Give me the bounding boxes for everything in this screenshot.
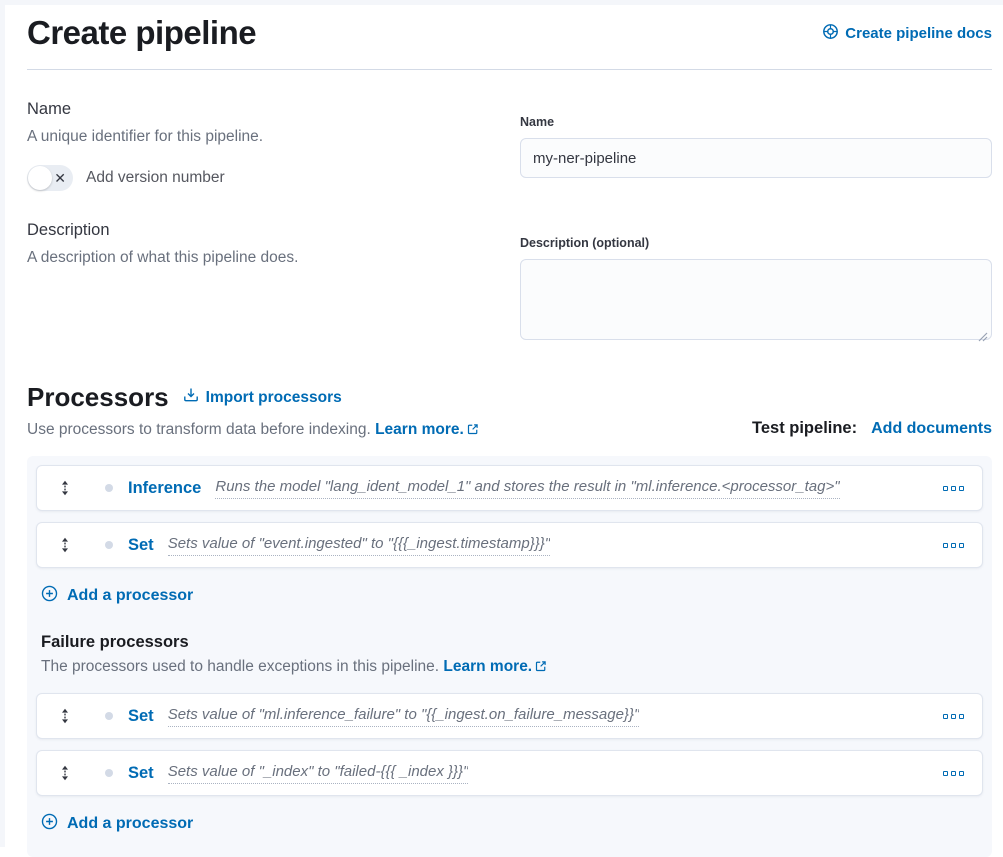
- processor-row-set: Set Sets value of "event.ingested" to "{…: [36, 522, 983, 568]
- create-pipeline-docs-link[interactable]: Create pipeline docs: [822, 23, 992, 44]
- name-field-col: Name: [520, 100, 992, 191]
- add-documents-link[interactable]: Add documents: [871, 420, 992, 438]
- plus-circle-icon: [41, 585, 58, 607]
- failure-processor-row-set-1: Set Sets value of "ml.inference_failure"…: [36, 693, 983, 739]
- failure-learn-more-link[interactable]: Learn more.: [443, 658, 547, 675]
- add-failure-processor-link[interactable]: Add a processor: [41, 813, 193, 835]
- name-field-label: Name: [520, 115, 554, 129]
- processor-description[interactable]: Runs the model "lang_ident_model_1" and …: [215, 478, 839, 499]
- external-link-icon: [535, 659, 547, 677]
- drag-handle-icon[interactable]: [57, 708, 73, 724]
- import-processors-label: Import processors: [206, 389, 342, 407]
- add-version-toggle[interactable]: ✕: [27, 165, 73, 191]
- processor-status-dot: [105, 484, 113, 492]
- processor-description[interactable]: Sets value of "event.ingested" to "{{{_i…: [168, 535, 550, 556]
- processor-description[interactable]: Sets value of "ml.inference_failure" to …: [168, 706, 640, 727]
- processor-menu-button[interactable]: [939, 539, 968, 552]
- drag-handle-icon[interactable]: [57, 480, 73, 496]
- processor-menu-button[interactable]: [939, 482, 968, 495]
- failure-subtitle-text: The processors used to handle exceptions…: [41, 658, 439, 675]
- processor-status-dot: [105, 541, 113, 549]
- name-row-title: Name: [27, 100, 498, 119]
- description-row-help: A description of what this pipeline does…: [27, 249, 498, 267]
- plus-circle-icon: [41, 813, 58, 835]
- test-pipeline-label: Test pipeline:: [752, 419, 857, 438]
- processor-name-link[interactable]: Set: [128, 707, 154, 726]
- failure-processors-subtitle: The processors used to handle exceptions…: [41, 658, 983, 677]
- drag-handle-icon[interactable]: [57, 537, 73, 553]
- processor-status-dot: [105, 712, 113, 720]
- add-processor-label: Add a processor: [67, 815, 193, 833]
- name-form-row: Name A unique identifier for this pipeli…: [27, 100, 992, 191]
- docs-link-label: Create pipeline docs: [845, 25, 992, 42]
- version-toggle-row: ✕ Add version number: [27, 165, 498, 191]
- drag-handle-icon[interactable]: [57, 765, 73, 781]
- import-processors-link[interactable]: Import processors: [183, 387, 342, 408]
- processor-name-link[interactable]: Set: [128, 764, 154, 783]
- description-row-title: Description: [27, 221, 498, 240]
- description-form-row: Description A description of what this p…: [27, 221, 992, 345]
- toggle-off-x-icon: ✕: [54, 169, 66, 187]
- pipeline-name-input[interactable]: [520, 138, 992, 178]
- processors-panel: Inference Runs the model "lang_ident_mod…: [27, 456, 992, 857]
- create-pipeline-page: Create pipeline Create pipeline docs Nam…: [0, 14, 1003, 857]
- failure-processors-title: Failure processors: [41, 633, 983, 652]
- docs-icon: [822, 23, 839, 44]
- processor-menu-button[interactable]: [939, 710, 968, 723]
- textarea-resize-handle[interactable]: [978, 329, 988, 339]
- processors-subtitle-text: Use processors to transform data before …: [27, 421, 371, 438]
- external-link-icon: [467, 422, 479, 440]
- page-top-edge: [0, 0, 1003, 5]
- import-icon: [183, 387, 199, 408]
- header-divider: [27, 69, 992, 70]
- add-processor-label: Add a processor: [67, 587, 193, 605]
- processor-row-inference: Inference Runs the model "lang_ident_mod…: [36, 465, 983, 511]
- processor-name-link[interactable]: Inference: [128, 479, 201, 498]
- toggle-knob: [28, 166, 52, 190]
- processors-header-left: Processors Import processors Use process…: [27, 382, 479, 440]
- test-pipeline-block: Test pipeline: Add documents: [752, 419, 992, 440]
- description-row-descriptor: Description A description of what this p…: [27, 221, 498, 345]
- add-processor-link[interactable]: Add a processor: [41, 585, 193, 607]
- processor-status-dot: [105, 769, 113, 777]
- name-row-help: A unique identifier for this pipeline.: [27, 128, 498, 146]
- processors-title: Processors: [27, 382, 169, 413]
- processor-description[interactable]: Sets value of "_index" to "failed-{{{ _i…: [168, 763, 469, 784]
- pipeline-description-textarea[interactable]: [520, 259, 992, 340]
- name-row-descriptor: Name A unique identifier for this pipeli…: [27, 100, 498, 191]
- failure-processor-row-set-2: Set Sets value of "_index" to "failed-{{…: [36, 750, 983, 796]
- page-title: Create pipeline: [27, 14, 256, 52]
- processors-learn-more-link[interactable]: Learn more.: [375, 421, 479, 438]
- description-field-label: Description (optional): [520, 236, 649, 250]
- version-toggle-label: Add version number: [86, 169, 225, 187]
- page-header: Create pipeline Create pipeline docs: [27, 14, 992, 52]
- description-field-col: Description (optional): [520, 221, 992, 345]
- processor-menu-button[interactable]: [939, 767, 968, 780]
- processor-name-link[interactable]: Set: [128, 536, 154, 555]
- processors-header: Processors Import processors Use process…: [27, 382, 992, 440]
- processors-subtitle: Use processors to transform data before …: [27, 421, 479, 440]
